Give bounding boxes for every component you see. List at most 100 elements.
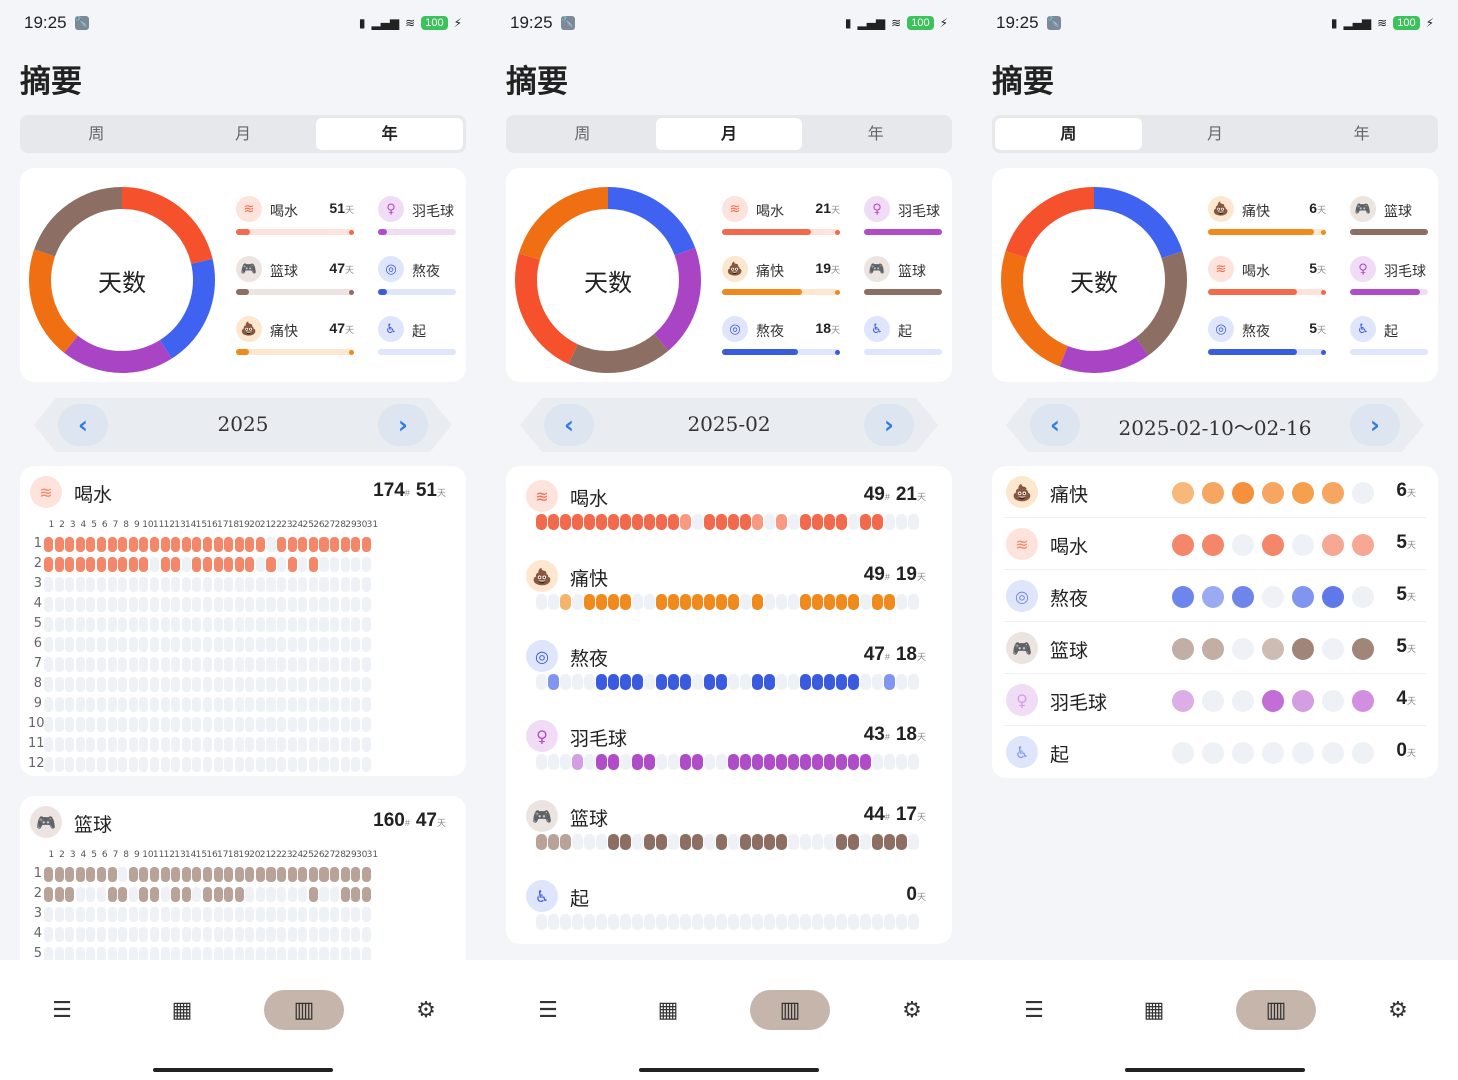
legend-item[interactable]: ♀ 羽毛球 bbox=[378, 196, 456, 236]
day-cell-empty bbox=[234, 737, 244, 752]
legend-item[interactable]: ◎ 熬夜 18天 bbox=[722, 316, 840, 356]
habit-month-row[interactable]: 💩 痛快 49# 19天 bbox=[526, 560, 932, 640]
legend-item[interactable]: ◎ 熬夜 5天 bbox=[1208, 316, 1326, 356]
day-dot-active bbox=[764, 674, 775, 690]
legend-item[interactable]: ♿ 起 bbox=[864, 316, 942, 356]
day-cell-empty bbox=[266, 757, 276, 772]
tab-list[interactable]: ☰ bbox=[508, 990, 588, 1030]
next-period-button[interactable]: › bbox=[864, 404, 914, 446]
day-cell-empty bbox=[255, 657, 265, 672]
day-cell-empty bbox=[149, 637, 160, 652]
day-dot-empty bbox=[572, 674, 583, 690]
habit-year-card[interactable]: 🎮 篮球 160# 47天 1 2 3 4 5 6 7 8 9 10 11 12 13 14 15 16 17 18 19 2… bbox=[20, 796, 466, 976]
day-dot-empty bbox=[884, 514, 895, 530]
legend-name: 篮球 bbox=[898, 264, 926, 280]
day-dot-empty bbox=[584, 834, 595, 850]
segment-week[interactable]: 周 bbox=[995, 118, 1142, 150]
segment-week[interactable]: 周 bbox=[509, 118, 656, 150]
segment-year[interactable]: 年 bbox=[1288, 118, 1435, 150]
habit-name: 喝水 bbox=[570, 488, 609, 510]
tab-settings[interactable]: ⚙ bbox=[872, 990, 952, 1030]
day-cell-empty bbox=[351, 597, 361, 612]
day-label: 4 bbox=[80, 520, 87, 530]
day-dot-active bbox=[752, 674, 763, 690]
tab-calendar[interactable]: ▦ bbox=[628, 990, 708, 1030]
legend-item[interactable]: ♀ 羽毛球 bbox=[864, 196, 942, 236]
month-row bbox=[44, 557, 371, 572]
month-label: 12 bbox=[28, 756, 45, 771]
week-dot-empty bbox=[1322, 690, 1344, 712]
habit-week-row[interactable]: ≋ 喝水 5天 bbox=[1004, 518, 1426, 570]
day-cell-empty bbox=[308, 677, 318, 692]
donut-center-label: 天数 bbox=[98, 268, 146, 297]
tab-chart[interactable]: ▥ bbox=[1236, 990, 1316, 1030]
habit-week-row[interactable]: 🎮 篮球 5天 bbox=[1004, 622, 1426, 674]
legend-item[interactable]: ≋ 喝水 21天 bbox=[722, 196, 840, 236]
legend-item[interactable]: ◎ 熬夜 bbox=[378, 256, 456, 296]
segment-month[interactable]: 月 bbox=[655, 118, 803, 150]
week-dot-active bbox=[1202, 638, 1224, 660]
month-label: 6 bbox=[33, 636, 42, 651]
month-row bbox=[44, 887, 371, 902]
day-cell-empty bbox=[118, 617, 128, 632]
day-cell-empty bbox=[351, 617, 361, 632]
legend-item[interactable]: 💩 痛快 47天 bbox=[236, 316, 354, 356]
legend-item[interactable]: 🎮 篮球 bbox=[864, 256, 942, 296]
day-cell-empty bbox=[255, 737, 265, 752]
day-label: 22 bbox=[270, 850, 282, 860]
legend-item[interactable]: ♿ 起 bbox=[378, 316, 456, 356]
legend-item[interactable]: ≋ 喝水 51天 bbox=[236, 196, 354, 236]
day-dot-empty bbox=[764, 594, 775, 610]
day-dot-active bbox=[800, 754, 811, 770]
tab-chart[interactable]: ▥ bbox=[264, 990, 344, 1030]
segment-month[interactable]: 月 bbox=[170, 118, 317, 150]
tab-list[interactable]: ☰ bbox=[994, 990, 1074, 1030]
day-dot-active bbox=[560, 834, 571, 850]
legend-item[interactable]: ≋ 喝水 5天 bbox=[1208, 256, 1326, 296]
tab-chart[interactable]: ▥ bbox=[750, 990, 830, 1030]
tab-list[interactable]: ☰ bbox=[22, 990, 102, 1030]
habit-name: 熬夜 bbox=[1050, 588, 1089, 610]
week-dot-active bbox=[1262, 690, 1284, 712]
habit-month-row[interactable]: ≋ 喝水 49# 21天 bbox=[526, 480, 932, 560]
next-period-button[interactable]: › bbox=[378, 404, 428, 446]
legend-item[interactable]: 💩 痛快 19天 bbox=[722, 256, 840, 296]
legend-item[interactable]: 🎮 篮球 47天 bbox=[236, 256, 354, 296]
tab-settings[interactable]: ⚙ bbox=[1358, 990, 1438, 1030]
month-row bbox=[44, 757, 371, 772]
habit-week-row[interactable]: 💩 痛快 6天 bbox=[1004, 466, 1426, 518]
day-cell-empty bbox=[224, 677, 234, 692]
segment-week[interactable]: 周 bbox=[23, 118, 170, 150]
segment-year[interactable]: 年 bbox=[316, 118, 464, 150]
week-dot-active bbox=[1322, 534, 1344, 556]
day-dot-active bbox=[836, 834, 847, 850]
habit-month-row[interactable]: ♿ 起 0天 bbox=[526, 880, 932, 960]
tab-calendar[interactable]: ▦ bbox=[142, 990, 222, 1030]
habit-month-row[interactable]: ♀ 羽毛球 43# 18天 bbox=[526, 720, 932, 800]
days-unit: 天 bbox=[916, 892, 926, 902]
habit-week-row[interactable]: ◎ 熬夜 5天 bbox=[1004, 570, 1426, 622]
month-label: 11 bbox=[28, 736, 45, 751]
habit-week-row[interactable]: ♿ 起 0天 bbox=[1004, 726, 1426, 778]
legend-item[interactable]: ♿ 起 bbox=[1350, 316, 1428, 356]
day-cell-active bbox=[139, 867, 149, 882]
segment-year[interactable]: 年 bbox=[802, 118, 949, 150]
habit-month-row[interactable]: 🎮 篮球 44# 17天 bbox=[526, 800, 932, 880]
day-cell-active bbox=[54, 537, 64, 552]
tab-settings[interactable]: ⚙ bbox=[386, 990, 466, 1030]
habit-week-row[interactable]: ♀ 羽毛球 4天 bbox=[1004, 674, 1426, 726]
segment-month[interactable]: 月 bbox=[1142, 118, 1289, 150]
day-cell-empty bbox=[192, 907, 202, 922]
day-label: 1 bbox=[48, 850, 55, 860]
tab-calendar[interactable]: ▦ bbox=[1114, 990, 1194, 1030]
legend-item[interactable]: 🎮 篮球 bbox=[1350, 196, 1428, 236]
habit-year-card[interactable]: ≋ 喝水 174# 51天 1 2 3 4 5 6 7 8 9 10 11 12 13 14 15 16 17 18 19 2… bbox=[20, 466, 466, 776]
day-cell-empty bbox=[340, 717, 350, 732]
calendar-icon: ▦ bbox=[171, 997, 193, 1023]
habit-month-row[interactable]: ◎ 熬夜 47# 18天 bbox=[526, 640, 932, 720]
day-label: 5 bbox=[91, 520, 97, 530]
week-dot-active bbox=[1292, 638, 1314, 660]
legend-item[interactable]: ♀ 羽毛球 bbox=[1350, 256, 1428, 296]
next-period-button[interactable]: › bbox=[1350, 404, 1400, 446]
legend-item[interactable]: 💩 痛快 6天 bbox=[1208, 196, 1326, 236]
